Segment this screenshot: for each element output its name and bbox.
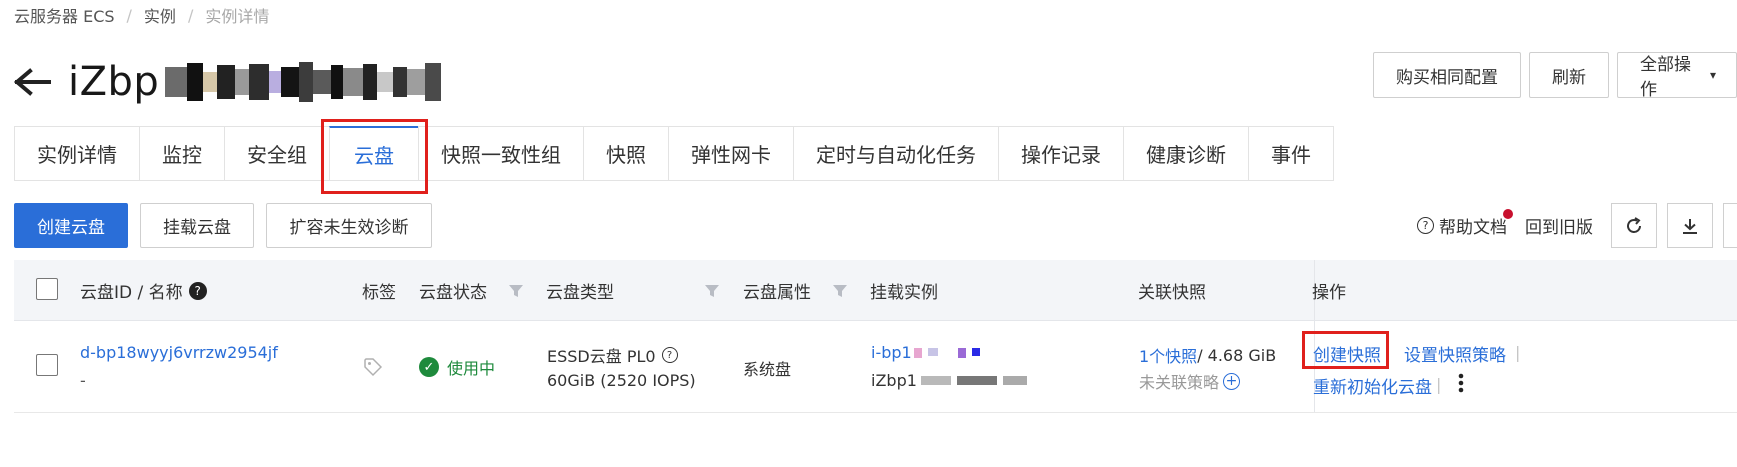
create-snapshot-link[interactable]: 创建快照 <box>1313 341 1381 366</box>
snapshot-count-link[interactable]: 1个快照 <box>1139 343 1197 367</box>
disk-name: - <box>80 371 86 390</box>
page-title: iZbp <box>68 59 160 105</box>
table-header: 云盘ID / 名称 ? 标签 云盘状态 云盘类型 云盘属性 挂载实例 关联快照 … <box>14 260 1737 321</box>
check-circle-icon: ✓ <box>419 357 439 377</box>
refresh-button[interactable]: 刷新 <box>1529 52 1609 98</box>
detail-tabs: 实例详情 监控 安全组 云盘 快照一致性组 快照 弹性网卡 定时与自动化任务 操… <box>14 126 1334 181</box>
snapshot-policy-status: 未关联策略 <box>1139 373 1220 392</box>
instance-id-link[interactable]: i-bp1 <box>871 343 912 362</box>
column-status: 云盘状态 <box>419 283 487 303</box>
toolbar-right: ? 帮助文档 回到旧版 <box>1417 203 1737 248</box>
breadcrumb-separator: / <box>187 5 194 25</box>
refresh-icon[interactable] <box>1611 203 1657 248</box>
tab-scheduled-tasks[interactable]: 定时与自动化任务 <box>793 126 998 181</box>
action-separator: | <box>1436 375 1442 394</box>
breadcrumb: 云服务器 ECS / 实例 / 实例详情 <box>14 2 269 28</box>
tab-health-diagnosis[interactable]: 健康诊断 <box>1123 126 1248 181</box>
tab-events[interactable]: 事件 <box>1248 126 1334 181</box>
help-icon[interactable]: ? <box>188 281 207 300</box>
reinitialize-disk-link[interactable]: 重新初始化云盘 <box>1313 373 1432 398</box>
all-operations-label: 全部操作 <box>1640 55 1691 100</box>
breadcrumb-instances[interactable]: 实例 <box>144 3 176 27</box>
download-icon[interactable] <box>1667 203 1713 248</box>
column-divider <box>1314 321 1315 412</box>
disk-attribute: 系统盘 <box>743 360 792 379</box>
filter-icon[interactable] <box>832 260 848 321</box>
redacted-instance-id <box>165 60 442 104</box>
filter-icon[interactable] <box>704 260 720 321</box>
header-actions: 购买相同配置 刷新 全部操作 ▾ <box>1373 52 1737 100</box>
settings-icon[interactable] <box>1723 203 1737 248</box>
all-operations-dropdown[interactable]: 全部操作 ▾ <box>1617 52 1737 100</box>
tab-operation-logs[interactable]: 操作记录 <box>998 126 1123 181</box>
row-checkbox[interactable] <box>36 354 58 376</box>
instance-name: iZbp1 <box>871 371 917 390</box>
buy-same-config-button[interactable]: 购买相同配置 <box>1373 52 1521 98</box>
tab-snapshot-consistency-group[interactable]: 快照一致性组 <box>418 126 583 181</box>
tab-instance-detail[interactable]: 实例详情 <box>14 126 139 181</box>
back-arrow-icon[interactable] <box>12 60 56 104</box>
redacted-instance-id <box>913 347 980 358</box>
notification-dot <box>1503 209 1513 219</box>
column-tags: 标签 <box>362 283 396 303</box>
tag-icon[interactable] <box>363 357 383 377</box>
attach-disk-button[interactable]: 挂载云盘 <box>140 203 254 248</box>
tab-monitoring[interactable]: 监控 <box>139 126 224 181</box>
select-all-checkbox[interactable] <box>36 278 58 300</box>
help-docs-label: 帮助文档 <box>1439 218 1507 238</box>
column-attached-instance: 挂载实例 <box>870 283 938 303</box>
create-disk-button[interactable]: 创建云盘 <box>14 203 128 248</box>
snapshot-size: / 4.68 GiB <box>1197 345 1277 365</box>
disk-status: 使用中 <box>447 359 496 378</box>
disk-type: ESSD云盘 PL0 <box>547 347 656 366</box>
action-separator: | <box>1515 343 1521 362</box>
title-row: iZbp <box>12 52 442 112</box>
tab-security-group[interactable]: 安全组 <box>224 126 329 181</box>
tab-eni[interactable]: 弹性网卡 <box>668 126 793 181</box>
tab-disks[interactable]: 云盘 <box>329 126 418 181</box>
tab-snapshots[interactable]: 快照 <box>583 126 668 181</box>
help-docs-link[interactable]: ? 帮助文档 <box>1417 209 1513 238</box>
column-attribute: 云盘属性 <box>743 283 811 303</box>
back-to-old-version-link[interactable]: 回到旧版 <box>1525 213 1593 238</box>
breadcrumb-ecs[interactable]: 云服务器 ECS <box>14 3 115 27</box>
redacted-instance-name <box>920 376 1027 385</box>
filter-icon[interactable] <box>508 260 524 321</box>
disk-toolbar: 创建云盘 挂载云盘 扩容未生效诊断 <box>14 203 432 248</box>
table-row: d-bp18wyyj6vrrzw2954jf - ✓ 使用中 ESSD云盘 PL… <box>14 321 1737 413</box>
question-circle-icon: ? <box>1417 217 1434 234</box>
breadcrumb-instance-detail: 实例详情 <box>205 7 270 26</box>
breadcrumb-separator: / <box>126 5 132 25</box>
disk-spec: 60GiB (2520 IOPS) <box>547 371 696 390</box>
more-actions-icon[interactable] <box>1458 373 1464 393</box>
help-icon[interactable]: ? <box>661 347 678 363</box>
column-id-name: 云盘ID / 名称 <box>80 283 183 303</box>
column-operations: 操作 <box>1312 283 1346 303</box>
resize-diagnosis-button[interactable]: 扩容未生效诊断 <box>266 203 432 248</box>
set-snapshot-policy-link[interactable]: 设置快照策略 <box>1404 341 1506 366</box>
chevron-down-icon: ▾ <box>1709 68 1716 82</box>
disk-id-link[interactable]: d-bp18wyyj6vrrzw2954jf <box>80 343 278 362</box>
column-type: 云盘类型 <box>546 283 614 303</box>
column-snapshots: 关联快照 <box>1138 283 1206 303</box>
add-circle-icon[interactable]: + <box>1223 372 1241 390</box>
